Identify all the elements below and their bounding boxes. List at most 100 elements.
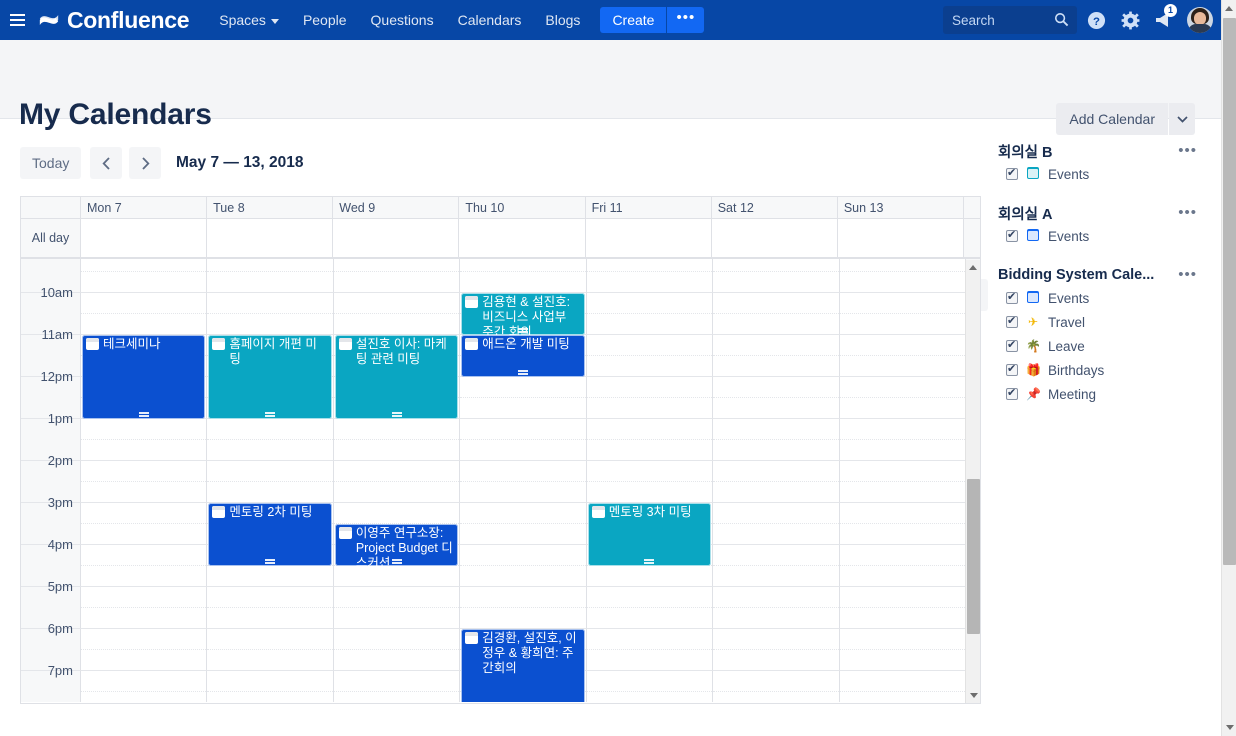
time-slot-6-0[interactable]: [839, 259, 966, 293]
event-resize-handle[interactable]: [391, 412, 402, 417]
time-slot-4-4[interactable]: [586, 419, 714, 461]
time-slot-3-4[interactable]: [460, 419, 587, 461]
event-resize-handle[interactable]: [644, 559, 655, 564]
confluence-logo[interactable]: Confluence: [38, 7, 190, 34]
day-header-3[interactable]: Thu 10: [459, 197, 586, 218]
time-slot-5-1[interactable]: [713, 293, 840, 335]
all-day-cell-4[interactable]: [586, 219, 712, 257]
calendar-visibility-checkbox[interactable]: [1006, 386, 1018, 400]
time-slot-5-2[interactable]: [713, 335, 840, 377]
time-slot-4-1[interactable]: [586, 293, 714, 335]
help-icon[interactable]: ?: [1081, 0, 1111, 40]
gear-icon[interactable]: [1115, 0, 1145, 40]
time-slot-0-1[interactable]: [81, 293, 208, 335]
time-slot-5-10[interactable]: [713, 671, 840, 702]
time-slot-5-5[interactable]: [713, 461, 840, 503]
browser-scroll-up-arrow[interactable]: [1222, 0, 1236, 17]
time-slot-1-0[interactable]: [207, 259, 334, 293]
time-slot-6-3[interactable]: [839, 377, 966, 419]
time-slot-1-9[interactable]: [207, 629, 334, 671]
time-slot-5-0[interactable]: [713, 259, 840, 293]
time-slot-2-0[interactable]: [333, 259, 461, 293]
nav-item-blogs[interactable]: Blogs: [533, 0, 592, 40]
time-slot-3-3[interactable]: [460, 377, 587, 419]
browser-scrollbar-thumb[interactable]: [1223, 18, 1236, 565]
today-button[interactable]: Today: [20, 147, 82, 179]
all-day-cell-6[interactable]: [838, 219, 964, 257]
time-slot-5-7[interactable]: [713, 545, 840, 587]
time-slot-1-5[interactable]: [207, 461, 334, 503]
browser-scroll-down-arrow[interactable]: [1222, 719, 1236, 736]
time-slot-6-8[interactable]: [839, 587, 966, 629]
time-slot-6-5[interactable]: [839, 461, 966, 503]
time-slot-1-8[interactable]: [207, 587, 334, 629]
time-slot-5-8[interactable]: [713, 587, 840, 629]
time-slot-4-9[interactable]: [586, 629, 714, 671]
time-slot-4-10[interactable]: [586, 671, 714, 702]
calendar-event[interactable]: 멘토링 2차 미팅: [208, 503, 332, 566]
time-slot-3-6[interactable]: [460, 503, 587, 545]
calendar-event[interactable]: 이영주 연구소장: Project Budget 디스커션: [334, 524, 459, 566]
time-slot-3-7[interactable]: [460, 545, 587, 587]
time-slot-0-5[interactable]: [81, 461, 208, 503]
nav-item-spaces[interactable]: Spaces: [207, 0, 291, 40]
time-slot-0-8[interactable]: [81, 587, 208, 629]
calendar-subscription-item[interactable]: 🎁 Birthdays: [998, 358, 1203, 382]
all-day-cell-5[interactable]: [712, 219, 838, 257]
add-calendar-dropdown-button[interactable]: [1169, 103, 1195, 135]
calendar-subscription-item[interactable]: Events: [998, 286, 1203, 310]
all-day-cell-2[interactable]: [333, 219, 460, 257]
time-slot-6-4[interactable]: [839, 419, 966, 461]
calendar-visibility-checkbox[interactable]: [1006, 338, 1018, 352]
calendar-event[interactable]: 설진호 이사: 마케팅 관련 미팅: [334, 335, 459, 419]
time-slot-5-3[interactable]: [713, 377, 840, 419]
hamburger-icon[interactable]: [0, 0, 34, 40]
time-slot-5-9[interactable]: [713, 629, 840, 671]
browser-scrollbar[interactable]: [1221, 0, 1236, 736]
time-slot-3-0[interactable]: [460, 259, 587, 293]
time-slot-5-6[interactable]: [713, 503, 840, 545]
time-slot-0-6[interactable]: [81, 503, 208, 545]
avatar[interactable]: [1187, 7, 1213, 33]
calendar-event[interactable]: 김용현 & 설진호: 비즈니스 사업부 주간 회의: [461, 293, 585, 335]
calendar-subscription-item[interactable]: 📌 Meeting: [998, 382, 1203, 406]
calendar-visibility-checkbox[interactable]: [1006, 228, 1018, 242]
time-slot-3-5[interactable]: [460, 461, 587, 503]
time-slot-0-10[interactable]: [81, 671, 208, 702]
event-resize-handle[interactable]: [391, 559, 402, 564]
time-slot-2-9[interactable]: [333, 629, 461, 671]
scroll-up-arrow[interactable]: [966, 260, 980, 275]
more-options-icon[interactable]: •••: [1178, 205, 1203, 220]
calendar-event[interactable]: 김경환, 설진호, 이정우 & 황희연: 주간회의: [461, 629, 585, 702]
calendar-visibility-checkbox[interactable]: [1006, 290, 1018, 304]
time-slot-0-4[interactable]: [81, 419, 208, 461]
time-slot-0-9[interactable]: [81, 629, 208, 671]
search-box[interactable]: [943, 6, 1077, 34]
nav-item-calendars[interactable]: Calendars: [446, 0, 534, 40]
time-slot-0-7[interactable]: [81, 545, 208, 587]
event-resize-handle[interactable]: [517, 370, 528, 375]
calendar-event[interactable]: 홈페이지 개편 미팅: [208, 335, 332, 419]
time-slot-6-6[interactable]: [839, 503, 966, 545]
create-more-button[interactable]: •••: [667, 7, 705, 33]
add-calendar-button[interactable]: Add Calendar: [1056, 103, 1168, 135]
search-input[interactable]: [943, 11, 1043, 29]
time-slot-2-8[interactable]: [333, 587, 461, 629]
time-slot-2-10[interactable]: [333, 671, 461, 702]
time-slot-1-1[interactable]: [207, 293, 334, 335]
calendar-subscription-item[interactable]: 🌴 Leave: [998, 334, 1203, 358]
time-slot-1-10[interactable]: [207, 671, 334, 702]
megaphone-icon[interactable]: 1: [1149, 0, 1179, 40]
calendar-event[interactable]: 애드온 개발 미팅: [461, 335, 585, 377]
day-header-6[interactable]: Sun 13: [838, 197, 964, 218]
more-options-icon[interactable]: •••: [1178, 267, 1203, 282]
all-day-cell-0[interactable]: [81, 219, 208, 257]
scroll-down-arrow[interactable]: [966, 688, 981, 703]
time-slot-6-7[interactable]: [839, 545, 966, 587]
time-slot-0-0[interactable]: [81, 259, 208, 293]
day-header-0[interactable]: Mon 7: [81, 197, 208, 218]
time-grid-scroll-area[interactable]: 9am10am 11am 12pm 1pm 2pm 3pm 4pm 5pm 6pm 7pm 테크세미…: [21, 259, 980, 702]
time-slot-3-8[interactable]: [460, 587, 587, 629]
next-week-button[interactable]: [129, 147, 161, 179]
all-day-cell-3[interactable]: [459, 219, 586, 257]
